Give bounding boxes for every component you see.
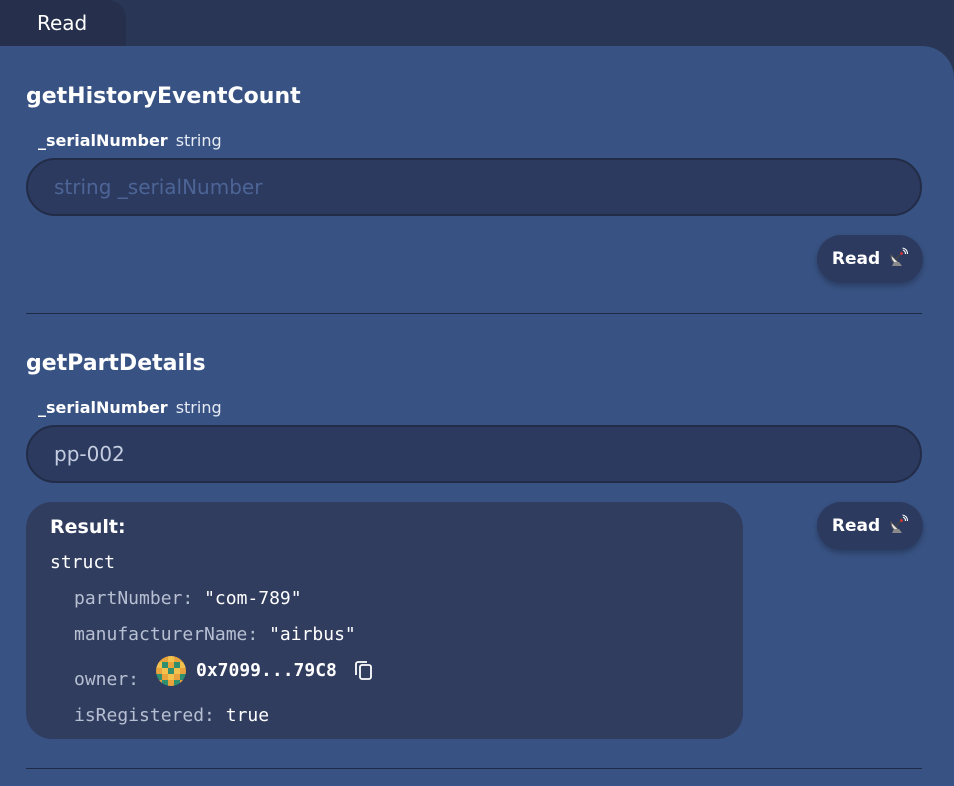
function-divider (26, 313, 922, 314)
read-button-part[interactable]: Read (817, 502, 923, 550)
read-button-label: Read (831, 516, 881, 536)
result-field-manufacturerName: manufacturerName: "airbus" (74, 624, 356, 645)
function-title-getHistoryEventCount: getHistoryEventCount (26, 84, 301, 109)
satellite-dish-icon (888, 513, 909, 539)
serial-number-input-part[interactable] (26, 425, 922, 483)
result-title: Result: (50, 516, 126, 538)
param-name: _serialNumber (38, 398, 168, 417)
param-type: string (175, 131, 222, 150)
field-key: partNumber: (74, 588, 194, 609)
serial-number-input-history[interactable] (26, 158, 922, 216)
field-value: "com-789" (204, 588, 302, 609)
field-key: owner: (74, 669, 140, 690)
param-name: _serialNumber (38, 131, 168, 150)
read-tab[interactable]: Read (0, 0, 126, 48)
result-box: Result: struct partNumber: "com-789" man… (26, 502, 743, 739)
blockie-avatar (156, 656, 186, 686)
param-label: _serialNumber string (38, 398, 222, 417)
read-button-label: Read (831, 249, 881, 269)
param-label: _serialNumber string (38, 131, 222, 150)
result-field-partNumber: partNumber: "com-789" (74, 588, 302, 609)
result-type: struct (50, 552, 116, 573)
param-type: string (175, 398, 222, 417)
field-value: true (225, 705, 270, 726)
result-field-isRegistered: isRegistered: true (74, 705, 269, 726)
function-divider (26, 768, 922, 769)
field-key: manufacturerName: (74, 624, 259, 645)
function-title-getPartDetails: getPartDetails (26, 351, 206, 376)
read-button-history[interactable]: Read (817, 235, 923, 283)
result-field-owner-key: owner: (74, 669, 139, 690)
field-key: isRegistered: (74, 705, 215, 726)
satellite-dish-icon (888, 246, 909, 272)
read-tab-label: Read (37, 11, 88, 35)
owner-address: 0x7099...79C8 (196, 660, 337, 681)
field-value: "airbus" (269, 624, 356, 645)
copy-icon[interactable] (354, 660, 374, 686)
